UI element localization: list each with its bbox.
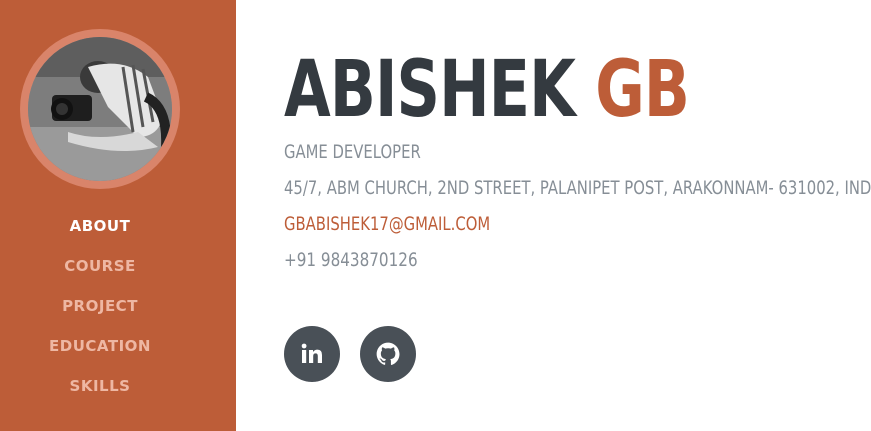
first-name: ABISHEK — [284, 45, 576, 135]
linkedin-icon — [301, 343, 322, 363]
profile-photo — [28, 37, 172, 181]
last-name: GB — [595, 45, 690, 135]
email-link[interactable]: GBABISHEK17@GMAIL.COM — [284, 212, 490, 236]
sidebar: ABOUT COURSE PROJECT EDUCATION SKILLS — [0, 0, 236, 431]
github-icon — [376, 342, 400, 365]
role-text: GAME DEVELOPER — [284, 141, 421, 163]
nav-item-about[interactable]: ABOUT — [0, 212, 200, 252]
phone-text: +91 9843870126 — [284, 249, 418, 271]
avatar — [28, 37, 172, 181]
github-button[interactable] — [360, 326, 416, 382]
avatar-ring — [20, 29, 180, 189]
page-title: ABISHEK GB — [284, 42, 690, 138]
nav-item-course[interactable]: COURSE — [0, 252, 200, 292]
nav-item-project[interactable]: PROJECT — [0, 292, 200, 332]
nav-item-skills[interactable]: SKILLS — [0, 372, 200, 412]
address-text: 45/7, ABM CHURCH, 2ND STREET, PALANIPET … — [284, 177, 871, 199]
linkedin-button[interactable] — [284, 326, 340, 382]
nav-item-education[interactable]: EDUCATION — [0, 332, 200, 372]
side-nav: ABOUT COURSE PROJECT EDUCATION SKILLS — [0, 212, 200, 412]
